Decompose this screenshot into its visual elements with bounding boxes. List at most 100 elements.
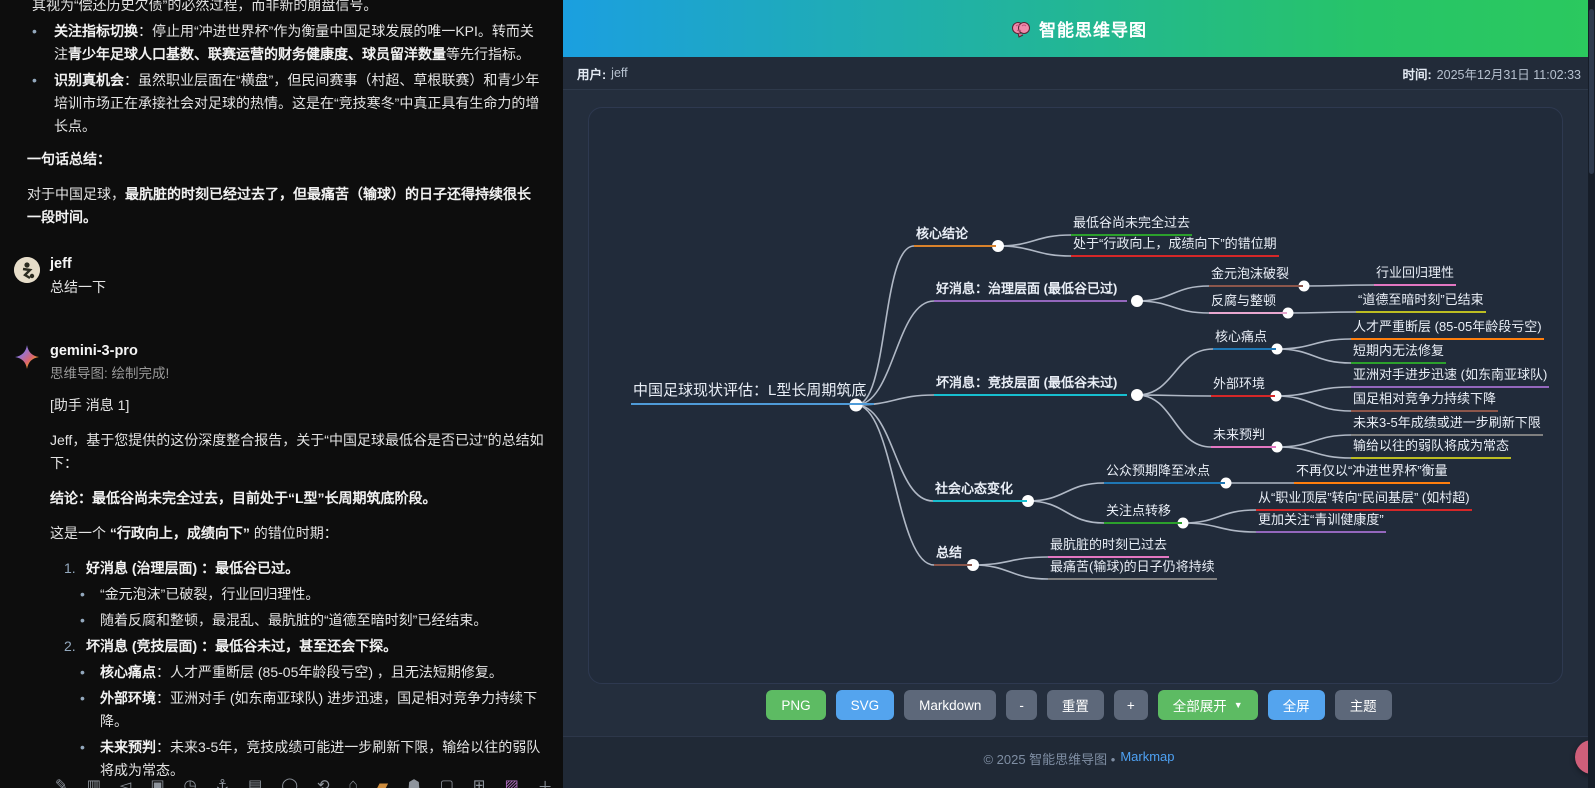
zoom-out-button[interactable]: -: [1006, 690, 1037, 720]
mindmap-toolbar: PNG SVG Markdown - 重置 + 全部展开 ▼ 全屏 主题: [563, 690, 1595, 720]
mindmap-root-node[interactable]: 中国足球现状评估：L型长周期筑底: [631, 382, 874, 405]
export-markdown-button[interactable]: Markdown: [904, 690, 996, 720]
chat-list-item: 2.坏消息 (竞技层面) ：最低谷未过，甚至还会下探。: [64, 635, 554, 658]
home-icon[interactable]: ⌂: [349, 776, 358, 788]
app-title: 智能思维导图: [1039, 16, 1147, 41]
record-icon[interactable]: ◯: [281, 776, 298, 788]
mindmap-node[interactable]: 公众预期降至冰点: [1104, 463, 1225, 484]
mindmap-node[interactable]: 金元泡沫破裂: [1209, 266, 1303, 287]
mindmap-app-panel: 智能思维导图 用户: jeff 时间: 2025年12月31日 11:02:33: [563, 0, 1595, 788]
plus-icon[interactable]: ＋: [538, 776, 553, 788]
chat-list-item: •随着反腐和整顿，最混乱、最肮脏的“道德至暗时刻”已经结束。: [80, 609, 554, 632]
user-value: jeff: [611, 66, 627, 80]
mindmap-node[interactable]: 国足相对竞争力持续下降: [1351, 391, 1498, 412]
file-icon[interactable]: ▢: [440, 776, 454, 788]
mindmap-node[interactable]: 坏消息：竞技层面 (最低谷未过): [934, 375, 1127, 396]
assistant-status: 思维导图: 绘制完成!: [50, 364, 554, 384]
undo-icon[interactable]: ⟲: [317, 776, 330, 788]
app-footer: © 2025 智能思维导图 • Markmap: [563, 736, 1595, 788]
chat-paragraph: 其视为“偿还历史欠债”的必然过程，而非新的崩盘信号。: [32, 0, 542, 17]
mindmap-node[interactable]: 从“职业顶层”转向“民间基层” (如村超): [1256, 490, 1472, 511]
user-avatar[interactable]: [14, 257, 40, 283]
mindmap-node[interactable]: 好消息：治理层面 (最低谷已过): [934, 281, 1127, 302]
mindmap-node[interactable]: 最低谷尚未完全过去: [1071, 215, 1192, 236]
folder-icon[interactable]: ▰: [377, 776, 389, 788]
chat-panel: 其视为“偿还历史欠债”的必然过程，而非新的崩盘信号。 •关注指标切换：停止用“冲进…: [0, 0, 563, 788]
chat-list-item: •识别真机会：虽然职业层面在“横盘”，但民间赛事（村超、草根联赛）和青少年培训市…: [32, 69, 542, 138]
chat-paragraph: 对于中国足球，最肮脏的时刻已经过去了，但最痛苦（输球）的日子还得持续很长一段时间…: [27, 183, 542, 229]
user-message: jeff 总结一下: [14, 255, 554, 298]
chat-list-item: •核心痛点：人才严重断层 (85-05年龄段亏空) ，且无法短期修复。: [80, 661, 554, 684]
mindmap-node[interactable]: 处于“行政向上，成绩向下”的错位期: [1071, 236, 1279, 257]
trash-icon[interactable]: ▥: [87, 776, 101, 788]
chat-paragraph: 这是一个 “行政向上，成绩向下” 的错位时期：: [50, 522, 554, 545]
mindmap-node[interactable]: 人才严重断层 (85-05年龄段亏空): [1351, 319, 1544, 340]
chat-paragraph: Jeff，基于您提供的这份深度整合报告，关于“中国足球最低谷是否已过”的总结如下…: [50, 429, 554, 475]
gemini-icon: [14, 344, 40, 370]
mindmap-node[interactable]: 更加关注“青训健康度”: [1256, 512, 1386, 533]
chat-list-item: •关注指标切换：停止用“冲进世界杯”作为衡量中国足球发展的唯一KPI。转而关注青…: [32, 20, 542, 66]
mindmap-node[interactable]: 不再仅以“冲进世界杯”衡量: [1294, 463, 1450, 484]
user-message-text: 总结一下: [50, 277, 554, 298]
chat-list-item: •“金元泡沫”已破裂，行业回归理性。: [80, 583, 554, 606]
mindmap-node[interactable]: 核心结论: [914, 226, 996, 247]
clock-icon[interactable]: ◷: [184, 776, 197, 788]
app-header: 智能思维导图: [563, 0, 1595, 57]
mindmap-node[interactable]: 输给以往的弱队将成为常态: [1351, 438, 1511, 459]
assistant-message-body: [助手 消息 1] Jeff，基于您提供的这份深度整合报告，关于“中国足球最低谷是…: [50, 394, 554, 788]
app-icon[interactable]: ▨: [504, 776, 518, 788]
user-label: 用户:: [577, 64, 606, 83]
mindmap-node[interactable]: 亚洲对手进步迅速 (如东南亚球队): [1351, 367, 1549, 388]
mindmap-node[interactable]: 未来预判: [1211, 427, 1276, 448]
scrollbar-thumb[interactable]: [1589, 9, 1594, 174]
save-icon[interactable]: ▤: [248, 776, 262, 788]
mindmap-node[interactable]: 核心痛点: [1213, 329, 1276, 350]
chat-message-toolbar: ✎ ▥ ◅ ▣ ◷ ⚓ ▤ ◯ ⟲ ⌂ ▰ ☗ ▢ ⊞ ▨ ＋: [55, 776, 553, 788]
user-name: jeff: [50, 255, 554, 273]
zoom-in-button[interactable]: +: [1114, 690, 1148, 720]
chevron-down-icon: ▼: [1234, 700, 1243, 710]
mindmap-node[interactable]: 未来3-5年成绩或进一步刷新下限: [1351, 415, 1543, 436]
fullscreen-button[interactable]: 全屏: [1268, 690, 1325, 720]
grid-icon[interactable]: ⊞: [473, 776, 486, 788]
mindmap-node[interactable]: 外部环境: [1211, 376, 1275, 397]
expand-all-label: 全部展开: [1173, 695, 1227, 715]
user-bar: 用户: jeff 时间: 2025年12月31日 11:02:33: [563, 57, 1595, 90]
copyright-text: © 2025 智能思维导图 •: [983, 749, 1115, 788]
page-scrollbar[interactable]: [1588, 0, 1595, 788]
brain-icon: [1011, 20, 1031, 38]
chat-paragraph: [助手 消息 1]: [50, 394, 554, 417]
markmap-link[interactable]: Markmap: [1120, 749, 1174, 788]
reset-button[interactable]: 重置: [1047, 690, 1104, 720]
mindmap-node[interactable]: 总结: [934, 545, 972, 566]
mindmap-node[interactable]: 反腐与整顿: [1209, 293, 1287, 314]
edit-icon[interactable]: ✎: [55, 776, 68, 788]
anchor-icon[interactable]: ⚓: [216, 776, 229, 788]
mindmap-node[interactable]: 社会心态变化: [933, 481, 1027, 502]
export-png-button[interactable]: PNG: [766, 690, 825, 720]
speaker-icon[interactable]: ◅: [120, 776, 132, 788]
assistant-message: gemini-3-pro 思维导图: 绘制完成! [助手 消息 1] Jeff，基…: [14, 342, 554, 788]
mindmap-node[interactable]: 最痛苦(输球)的日子仍将持续: [1048, 559, 1217, 580]
soccer-player-icon: [14, 257, 40, 283]
chat-paragraph: 结论：最低谷尚未完全过去，目前处于“L型”长周期筑底阶段。: [50, 487, 554, 510]
export-svg-button[interactable]: SVG: [836, 690, 895, 720]
image-icon[interactable]: ▣: [150, 776, 164, 788]
chat-list-item: •外部环境：亚洲对手 (如东南亚球队) 进步迅速，国足相对竞争力持续下降。: [80, 687, 554, 733]
mindmap-node[interactable]: 短期内无法修复: [1351, 343, 1446, 364]
mindmap-node[interactable]: 最肮脏的时刻已过去: [1048, 537, 1169, 558]
mindmap-node[interactable]: 行业回归理性: [1374, 265, 1456, 286]
time-value: 2025年12月31日 11:02:33: [1437, 64, 1581, 83]
time-label: 时间:: [1403, 64, 1432, 83]
chat-list-item: 1.好消息 (治理层面) ：最低谷已过。: [64, 557, 554, 580]
chat-paragraph: 一句话总结：: [27, 148, 542, 171]
mindmap-canvas[interactable]: 中国足球现状评估：L型长周期筑底 核心结论 最低谷尚未完全过去 处于“行政向上，…: [588, 107, 1563, 684]
theme-button[interactable]: 主题: [1335, 690, 1392, 720]
screen: 其视为“偿还历史欠债”的必然过程，而非新的崩盘信号。 •关注指标切换：停止用“冲进…: [0, 0, 1595, 788]
assistant-previous-message-tail: 其视为“偿还历史欠债”的必然过程，而非新的崩盘信号。 •关注指标切换：停止用“冲进…: [27, 0, 542, 229]
bookmark-icon[interactable]: ☗: [407, 776, 420, 788]
assistant-name: gemini-3-pro: [50, 342, 554, 360]
mindmap-node[interactable]: 关注点转移: [1104, 503, 1182, 524]
expand-all-button[interactable]: 全部展开 ▼: [1158, 690, 1258, 720]
mindmap-node[interactable]: “道德至暗时刻”已结束: [1356, 292, 1486, 313]
